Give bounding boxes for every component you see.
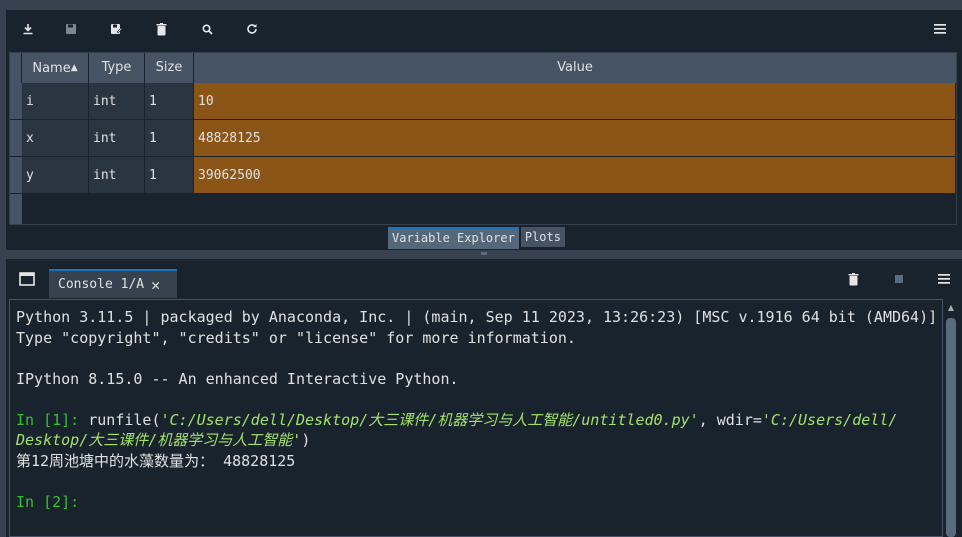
window-icon bbox=[19, 272, 35, 286]
console-banner-line: IPython 8.15.0 -- An enhanced Interactiv… bbox=[16, 369, 459, 388]
close-tab-icon[interactable]: ✕ bbox=[151, 276, 160, 294]
code-text: , wdir= bbox=[698, 410, 762, 429]
code-string: 'C:/Users/dell/Desktop/大三课件/机器学习与人工智能/un… bbox=[160, 410, 699, 429]
row-header[interactable] bbox=[10, 157, 22, 194]
table-cell-size[interactable]: 1 bbox=[145, 120, 194, 157]
save-as-icon bbox=[110, 24, 122, 34]
empty-row-header bbox=[10, 194, 22, 224]
row-header[interactable] bbox=[10, 120, 22, 157]
table-cell-value[interactable]: 10 bbox=[194, 83, 956, 120]
table-cell-name[interactable]: y bbox=[22, 157, 89, 194]
console-banner-line: Python 3.11.5 | packaged by Anaconda, In… bbox=[16, 308, 938, 326]
console-tab-label: Console 1/A bbox=[58, 277, 145, 292]
variable-explorer-toolbar bbox=[6, 10, 962, 48]
refresh-button[interactable] bbox=[239, 18, 265, 40]
console-output-line: 第12周池塘中的水藻数量为： 48828125 bbox=[16, 451, 296, 470]
table-cell-value[interactable]: 39062500 bbox=[194, 157, 956, 194]
pane-tab-bar: Variable Explorer Plots bbox=[388, 227, 567, 249]
code-text: runfile( bbox=[79, 410, 161, 429]
save-icon bbox=[66, 24, 76, 34]
input-prompt[interactable]: In [2]: bbox=[16, 492, 942, 513]
search-button[interactable] bbox=[194, 18, 220, 40]
column-header-size[interactable]: Size bbox=[145, 53, 194, 83]
import-data-icon bbox=[23, 24, 33, 35]
code-text: ) bbox=[301, 431, 311, 449]
sort-ascending-icon: ▲ bbox=[70, 63, 78, 73]
console-banner-line: Type "copyright", "credits" or "license"… bbox=[16, 328, 576, 347]
console-output[interactable]: Python 3.11.5 | packaged by Anaconda, In… bbox=[9, 299, 943, 537]
remove-all-button[interactable] bbox=[148, 18, 174, 40]
stop-icon bbox=[895, 275, 903, 283]
column-header-name[interactable]: Name▲ bbox=[22, 53, 89, 83]
browse-tabs-button[interactable] bbox=[14, 268, 40, 290]
interrupt-kernel-button[interactable] bbox=[886, 268, 912, 290]
corner-cell bbox=[10, 53, 22, 83]
scroll-up-icon[interactable]: ▲ bbox=[945, 303, 957, 313]
console-input-line-continued: Desktop/大三课件/机器学习与人工智能') bbox=[16, 430, 942, 451]
save-as-button[interactable] bbox=[103, 18, 129, 40]
table-cell-name[interactable]: i bbox=[22, 83, 89, 120]
tab-plots[interactable]: Plots bbox=[520, 227, 565, 247]
tab-variable-explorer[interactable]: Variable Explorer bbox=[388, 227, 519, 249]
table-cell-name[interactable]: x bbox=[22, 120, 89, 157]
menu-icon bbox=[938, 274, 950, 284]
code-string: Desktop/大三课件/机器学习与人工智能' bbox=[16, 431, 302, 449]
table-header: Name▲ Type Size Value bbox=[10, 53, 956, 83]
variable-explorer-pane: Name▲ Type Size Value i int 1 10 x int 1… bbox=[6, 10, 962, 250]
ipython-console-pane: Console 1/A ✕ Python 3.11.5 | packaged b… bbox=[6, 259, 962, 537]
column-header-label: Name bbox=[32, 61, 71, 76]
console-header: Console 1/A ✕ bbox=[6, 259, 962, 299]
pane-splitter-handle[interactable] bbox=[481, 252, 487, 255]
refresh-icon bbox=[247, 24, 257, 34]
console-scrollbar[interactable]: ▲ bbox=[945, 301, 957, 537]
console-tab[interactable]: Console 1/A ✕ bbox=[49, 269, 177, 298]
column-header-type[interactable]: Type bbox=[89, 53, 145, 83]
menu-icon bbox=[934, 24, 946, 34]
search-icon bbox=[201, 23, 213, 35]
code-string: 'C:/Users/dell/ bbox=[761, 410, 898, 429]
console-input-line: In [1]: runfile('C:/Users/dell/Desktop/大… bbox=[16, 410, 942, 431]
clear-console-button[interactable] bbox=[840, 268, 866, 290]
trash-icon bbox=[156, 22, 166, 35]
column-header-value[interactable]: Value bbox=[194, 53, 956, 83]
trash-icon bbox=[848, 272, 858, 285]
table-cell-type[interactable]: int bbox=[89, 83, 145, 120]
console-options-button[interactable] bbox=[931, 268, 957, 290]
table-cell-size[interactable]: 1 bbox=[145, 157, 194, 194]
variables-table: Name▲ Type Size Value i int 1 10 x int 1… bbox=[9, 52, 957, 225]
table-cell-size[interactable]: 1 bbox=[145, 83, 194, 120]
input-prompt: In [1]: bbox=[16, 410, 80, 429]
table-cell-type[interactable]: int bbox=[89, 157, 145, 194]
row-header[interactable] bbox=[10, 83, 22, 120]
table-cell-type[interactable]: int bbox=[89, 120, 145, 157]
scrollbar-thumb[interactable] bbox=[946, 318, 956, 537]
options-menu-button[interactable] bbox=[927, 18, 953, 40]
table-cell-value[interactable]: 48828125 bbox=[194, 120, 956, 157]
save-data-button[interactable] bbox=[58, 18, 84, 40]
import-data-button[interactable] bbox=[15, 18, 41, 40]
